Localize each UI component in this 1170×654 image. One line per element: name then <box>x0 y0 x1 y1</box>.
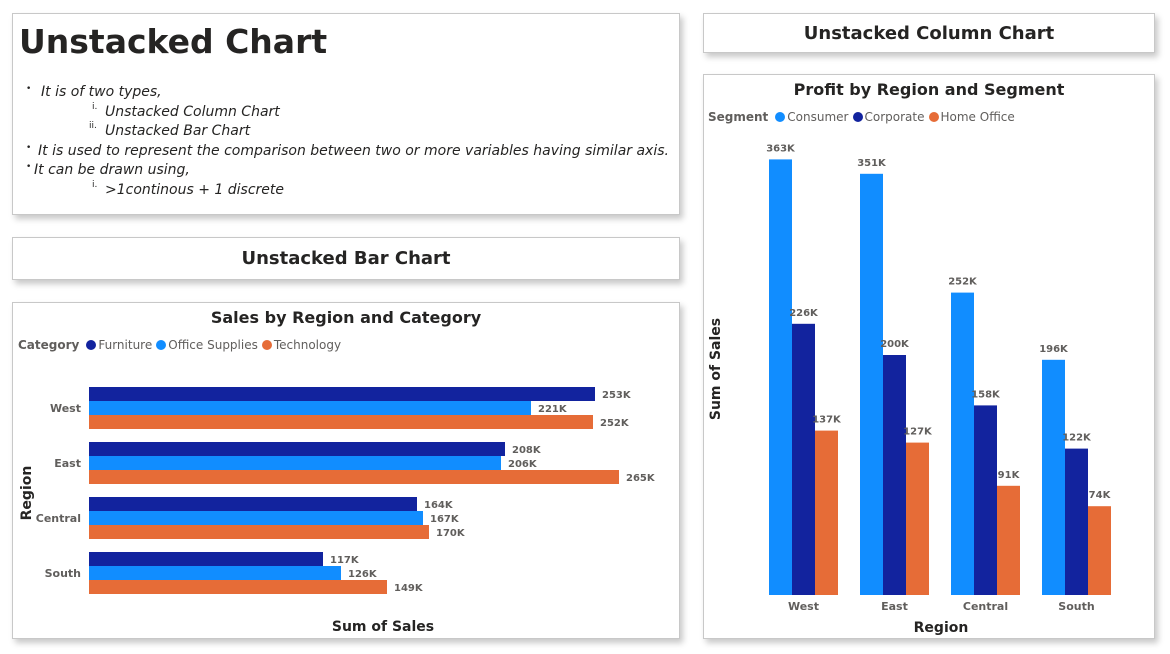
data-label: 117K <box>330 555 360 566</box>
data-label: 91K <box>998 470 1021 481</box>
data-label: 253K <box>602 390 632 401</box>
note-text: Unstacked Column Chart <box>105 104 280 120</box>
data-label: 206K <box>508 459 538 470</box>
bar-furniture-south <box>89 552 323 566</box>
data-label: 149K <box>394 583 424 594</box>
data-label: 122K <box>1062 433 1092 444</box>
column-home-office-south <box>1088 506 1111 595</box>
note-text: >1continous + 1 discrete <box>105 182 284 198</box>
data-label: 265K <box>626 473 656 484</box>
data-label: 200K <box>880 339 910 350</box>
y-tick-label: South <box>45 567 81 580</box>
data-label: 351K <box>857 158 887 169</box>
data-label: 226K <box>789 308 819 319</box>
bar-office-supplies-central <box>89 511 423 525</box>
y-tick-label: East <box>54 457 81 470</box>
note-line: • It is used to represent the comparison… <box>26 143 669 159</box>
note-line: ii. Unstacked Bar Chart <box>89 121 251 139</box>
data-label: 252K <box>948 277 978 288</box>
bar-technology-south <box>89 580 387 594</box>
roman-marker: i. <box>92 102 98 112</box>
x-tick-label: West <box>788 600 819 613</box>
column-home-office-west <box>815 430 838 595</box>
bullet-marker: • <box>26 143 32 153</box>
bullet-marker: • <box>26 162 32 172</box>
bar-furniture-west <box>89 387 595 401</box>
bar-technology-east <box>89 470 619 484</box>
x-axis-title: Sum of Sales <box>332 619 434 635</box>
data-label: 167K <box>430 514 460 525</box>
bar-technology-west <box>89 415 593 429</box>
column-corporate-south <box>1065 448 1088 595</box>
data-label: 158K <box>971 389 1001 400</box>
bar-technology-central <box>89 525 429 539</box>
y-tick-label: West <box>50 402 81 415</box>
data-label: 137K <box>812 415 842 426</box>
column-chart-plot: Sum of Sales Region West 363K 226K 137K East… <box>708 143 1112 636</box>
profit-column-chart-card[interactable]: Profit by Region and Segment Segment Con… <box>703 74 1155 639</box>
bar-furniture-east <box>89 442 505 456</box>
column-section-title: Unstacked Column Chart <box>803 22 1055 44</box>
y-axis-title: Region <box>19 466 35 521</box>
bullet-marker: • <box>26 84 32 94</box>
data-label: 164K <box>424 500 454 511</box>
x-tick-label: South <box>1058 600 1094 613</box>
data-label: 196K <box>1039 344 1069 355</box>
data-label: 126K <box>348 569 378 580</box>
column-home-office-central <box>997 485 1020 595</box>
notes-card: Unstacked Chart • It is of two types, i.… <box>12 13 680 215</box>
column-corporate-west <box>792 323 815 595</box>
column-consumer-south <box>1042 359 1065 595</box>
bar-office-supplies-east <box>89 456 501 470</box>
column-corporate-east <box>883 355 906 595</box>
note-line: i. Unstacked Column Chart <box>92 102 280 120</box>
note-text: It is used to represent the comparison b… <box>38 143 669 159</box>
x-axis-title: Region <box>914 620 969 636</box>
roman-marker: i. <box>92 180 98 190</box>
sales-bar-chart-card[interactable]: Sales by Region and Category Category Fu… <box>12 302 680 639</box>
column-home-office-east <box>906 442 929 595</box>
note-line: i. >1continous + 1 discrete <box>92 180 284 198</box>
bar-office-supplies-south <box>89 566 341 580</box>
data-label: 208K <box>512 445 542 456</box>
data-label: 221K <box>538 404 568 415</box>
x-tick-label: East <box>881 600 908 613</box>
note-line: • It can be drawn using, <box>26 162 190 178</box>
bar-furniture-central <box>89 497 417 511</box>
column-section-header: Unstacked Column Chart <box>703 13 1155 53</box>
data-label: 127K <box>903 427 933 438</box>
note-text: It is of two types, <box>41 84 162 100</box>
column-corporate-central <box>974 405 997 595</box>
column-consumer-east <box>860 173 883 596</box>
x-tick-label: Central <box>963 600 1008 613</box>
column-consumer-west <box>769 159 792 595</box>
bar-chart-plot: Region Sum of Sales West 253K 221K 252K East… <box>19 387 656 635</box>
data-label: 363K <box>766 143 796 154</box>
data-label: 74K <box>1089 490 1112 501</box>
data-label: 170K <box>436 528 466 539</box>
y-axis-title: Sum of Sales <box>708 318 724 420</box>
column-consumer-central <box>951 292 974 595</box>
note-text: It can be drawn using, <box>34 162 190 178</box>
note-text: Unstacked Bar Chart <box>105 123 251 139</box>
roman-marker: ii. <box>89 121 97 131</box>
bar-section-header: Unstacked Bar Chart <box>12 237 680 280</box>
bar-section-title: Unstacked Bar Chart <box>241 248 451 269</box>
note-line: • It is of two types, <box>26 84 162 100</box>
bar-office-supplies-west <box>89 401 531 415</box>
notes-title: Unstacked Chart <box>19 22 328 61</box>
data-label: 252K <box>600 418 630 429</box>
y-tick-label: Central <box>36 512 81 525</box>
